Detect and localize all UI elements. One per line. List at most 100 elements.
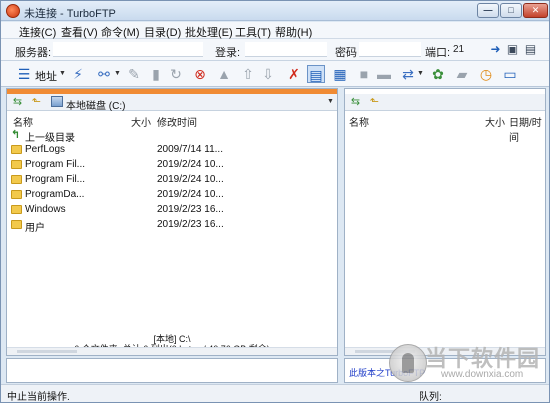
column-name[interactable]: 名称	[13, 114, 33, 129]
turboftp-logo-icon	[6, 4, 20, 18]
maximize-button[interactable]: □	[500, 3, 522, 18]
address-book-icon[interactable]: ☰	[15, 65, 33, 83]
remote-folder-nav-icon[interactable]: ⇆	[349, 96, 362, 108]
folder-icon	[11, 190, 22, 199]
table-row[interactable]: Program Fil... 2019/2/24 10...	[7, 173, 337, 188]
menu-view[interactable]: 查看(V)	[61, 24, 98, 40]
new-folder-icon[interactable]: ■	[355, 65, 373, 83]
menu-directory[interactable]: 目录(D)	[144, 24, 181, 40]
address-dropdown-icon[interactable]: ▼	[59, 70, 66, 77]
arrow-up-icon[interactable]: ⇧	[239, 65, 257, 83]
refresh-icon[interactable]: ↻	[167, 65, 185, 83]
connect-arrow-icon[interactable]: ➜	[489, 43, 502, 56]
clock-icon[interactable]: ◷	[477, 65, 495, 83]
row-name: PerfLogs	[25, 144, 66, 155]
table-row[interactable]: Program Fil... 2019/2/24 10...	[7, 158, 337, 173]
move-icon[interactable]: ▬	[375, 65, 393, 83]
port-input[interactable]: 21	[453, 44, 464, 55]
queue-icon[interactable]: ▰	[453, 65, 471, 83]
status-text: 中止当前操作.	[7, 392, 70, 403]
queue-label: 队列:	[419, 392, 442, 403]
table-row[interactable]: PerfLogs 2009/7/14 11...	[7, 143, 337, 158]
menu-help[interactable]: 帮助(H)	[275, 24, 312, 40]
abort-icon[interactable]: ⊗	[191, 65, 209, 83]
login-label: 登录:	[215, 47, 241, 59]
upload-icon[interactable]: ▲	[215, 65, 233, 83]
path-dropdown-icon[interactable]: ▼	[327, 98, 334, 105]
row-modified: 2019/2/23 16...	[157, 219, 224, 230]
up-directory-label: 上一级目录	[25, 133, 75, 144]
table-row[interactable]: ProgramDa... 2019/2/24 10...	[7, 188, 337, 203]
disconnect-dropdown-icon[interactable]: ▼	[114, 70, 121, 77]
remote-parent-folder-icon[interactable]: ⬑	[368, 96, 381, 108]
site-manager-icon[interactable]: ▣	[506, 43, 519, 56]
remote-path-bar: ⇆ ⬑	[345, 94, 545, 111]
login-input[interactable]	[245, 42, 327, 57]
connect-icon[interactable]: ⚡	[69, 65, 87, 83]
stop-transfer-icon[interactable]: ▮	[147, 65, 165, 83]
remote-column-size[interactable]: 大小	[485, 114, 505, 129]
menu-tools[interactable]: 工具(T)	[235, 24, 271, 40]
password-label: 密码	[335, 47, 357, 59]
menu-connect[interactable]: 连接(C)	[19, 24, 56, 40]
sync-icon[interactable]: ⇄	[399, 65, 417, 83]
local-horizontal-scrollbar[interactable]	[7, 347, 337, 355]
connection-bar: 服务器: 登录: 密码 端口: 21 ➜ ▣ ▤	[1, 39, 549, 61]
row-modified: 2019/2/24 10...	[157, 174, 224, 185]
server-input[interactable]	[53, 42, 203, 57]
disconnect-icon[interactable]: ⚯	[95, 65, 113, 83]
window-title: 未连接 - TurboFTP	[24, 8, 116, 20]
local-path[interactable]: 本地磁盘 (C:)	[66, 97, 125, 112]
remote-column-header: 名称 大小 日期/时间	[345, 112, 545, 144]
table-row[interactable]: 用户 2019/2/23 16...	[7, 218, 337, 234]
sync-dropdown-icon[interactable]: ▼	[417, 70, 424, 77]
row-modified: 2009/7/14 11...	[157, 144, 223, 155]
local-log	[6, 358, 338, 383]
list-view-icon[interactable]: ▤	[307, 65, 325, 83]
folder-icon	[11, 175, 22, 184]
row-modified: 2019/2/24 10...	[157, 189, 224, 200]
reconnect-icon[interactable]: ✎	[125, 65, 143, 83]
watermark-url: www.downxia.com	[441, 369, 524, 380]
parent-folder-icon[interactable]: ⬑	[30, 96, 43, 108]
scheduler-icon[interactable]: ✿	[429, 65, 447, 83]
folder-nav-icon[interactable]: ⇆	[11, 96, 24, 108]
row-modified: 2019/2/24 10...	[157, 159, 224, 170]
row-name: ProgramDa...	[25, 189, 85, 200]
remote-column-name[interactable]: 名称	[349, 114, 369, 129]
menu-batch[interactable]: 批处理(E)	[185, 24, 233, 40]
up-directory-icon: ↰	[11, 129, 21, 141]
remote-pane: ⇆ ⬑ 名称 大小 日期/时间	[344, 88, 546, 356]
folder-icon	[11, 220, 22, 229]
quick-connect-icon[interactable]: ▤	[524, 43, 537, 56]
folder-icon	[11, 160, 22, 169]
column-size[interactable]: 大小	[131, 114, 151, 129]
toolbar: ☰ 地址 ▼ ⚡ ⚯ ▼ ✎ ▮ ↻ ⊗ ▲ ⇧ ⇩ ✗ ▤ ▦ ■ ▬ ⇄ ▼…	[1, 61, 549, 87]
delete-icon[interactable]: ✗	[285, 65, 303, 83]
server-label: 服务器:	[15, 47, 52, 59]
arrow-down-icon[interactable]: ⇩	[259, 65, 277, 83]
status-bar: 中止当前操作. 队列:	[1, 384, 549, 403]
detail-view-icon[interactable]: ▦	[331, 65, 349, 83]
watermark-logo	[389, 344, 427, 382]
row-name: 用户	[25, 223, 45, 234]
folder-icon	[11, 205, 22, 214]
row-name: Windows	[25, 204, 66, 215]
minimize-button[interactable]: —	[477, 3, 499, 18]
menu-bar: 连接(C) 查看(V) 命令(M) 目录(D) 批处理(E) 工具(T) 帮助(…	[1, 22, 549, 39]
address-label[interactable]: 地址	[35, 68, 57, 84]
monitor-icon[interactable]: ▭	[501, 65, 519, 83]
remote-column-modified[interactable]: 日期/时间	[509, 114, 545, 144]
port-label: 端口:	[425, 47, 451, 59]
local-status-path: [本地] C:\	[153, 334, 191, 344]
scrollbar-thumb[interactable]	[17, 350, 77, 353]
password-input[interactable]	[359, 42, 421, 57]
local-pane: ⇆ ⬑ 本地磁盘 (C:) ▼ 名称 大小 修改时间 ↰ 上一级目录 PerfL…	[6, 88, 338, 356]
table-row[interactable]: Windows 2019/2/23 16...	[7, 203, 337, 218]
menu-command[interactable]: 命令(M)	[101, 24, 140, 40]
up-directory-row[interactable]: ↰ 上一级目录	[7, 128, 337, 144]
column-modified[interactable]: 修改时间	[157, 114, 197, 129]
close-button[interactable]: ✕	[523, 3, 548, 18]
row-name: Program Fil...	[25, 174, 86, 185]
app-window: 未连接 - TurboFTP — □ ✕ 连接(C) 查看(V) 命令(M) 目…	[0, 0, 550, 403]
